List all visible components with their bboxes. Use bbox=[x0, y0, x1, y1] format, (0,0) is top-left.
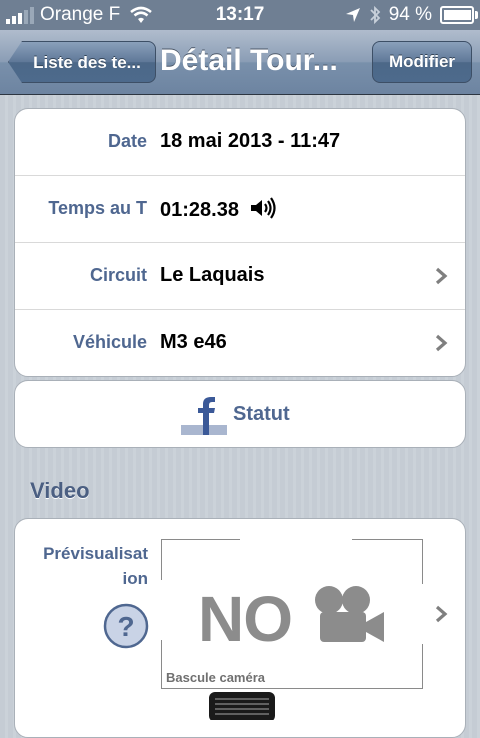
status-bar: Orange F 13:17 94 % bbox=[0, 0, 480, 30]
chevron-right-icon bbox=[435, 605, 448, 623]
back-button[interactable]: Liste des te... bbox=[8, 41, 156, 83]
status-right: 94 % bbox=[345, 4, 478, 26]
row-vehicle[interactable]: Véhicule M3 e46 bbox=[15, 310, 465, 376]
details-group: Date 18 mai 2013 - 11:47 Temps au T 01:2… bbox=[14, 108, 466, 377]
frame-gap bbox=[240, 538, 352, 542]
circuit-label: Circuit bbox=[89, 265, 147, 285]
video-camera-icon bbox=[315, 586, 384, 642]
preview-label: Prévisualisat ion bbox=[43, 544, 148, 588]
facebook-status-label: Statut bbox=[233, 403, 290, 425]
row-circuit[interactable]: Circuit Le Laquais bbox=[15, 243, 465, 310]
row-date: Date 18 mai 2013 - 11:47 bbox=[15, 109, 465, 176]
bluetooth-icon bbox=[370, 5, 380, 25]
page-title: Détail Tour... bbox=[160, 44, 338, 77]
date-value: 18 mai 2013 - 11:47 bbox=[160, 130, 341, 152]
drag-handle-icon[interactable] bbox=[209, 690, 275, 720]
lap-time-value-wrap: 01:28.38 bbox=[160, 197, 277, 222]
help-icon[interactable]: ? bbox=[103, 603, 149, 649]
facebook-icon bbox=[181, 397, 227, 435]
facebook-status-button[interactable]: Statut bbox=[14, 380, 466, 448]
date-label: Date bbox=[107, 131, 147, 151]
speaker-icon[interactable] bbox=[249, 197, 277, 219]
battery-percent: 94 % bbox=[388, 4, 432, 25]
location-arrow-icon bbox=[345, 8, 360, 22]
video-preview[interactable]: NO Bascule caméra bbox=[160, 538, 424, 689]
edit-button[interactable]: Modifier bbox=[372, 41, 472, 83]
lap-time-label: Temps au T bbox=[48, 198, 147, 218]
circuit-value: Le Laquais bbox=[160, 264, 265, 286]
vehicle-label: Véhicule bbox=[72, 332, 147, 352]
svg-text:?: ? bbox=[117, 611, 134, 642]
frame-gap bbox=[160, 580, 164, 640]
vehicle-value: M3 e46 bbox=[160, 331, 227, 353]
switch-camera-label[interactable]: Bascule caméra bbox=[166, 670, 265, 685]
frame-gap bbox=[420, 584, 424, 644]
navigation-bar: Liste des te... Détail Tour... Modifier bbox=[0, 30, 480, 95]
chevron-right-icon bbox=[435, 334, 448, 352]
lap-time-value: 01:28.38 bbox=[160, 199, 239, 221]
video-section-title: Video bbox=[30, 478, 90, 503]
chevron-right-icon bbox=[435, 267, 448, 285]
no-video-text: NO bbox=[198, 583, 293, 655]
battery-icon bbox=[440, 6, 478, 24]
row-lap-time: Temps au T 01:28.38 bbox=[15, 176, 465, 243]
